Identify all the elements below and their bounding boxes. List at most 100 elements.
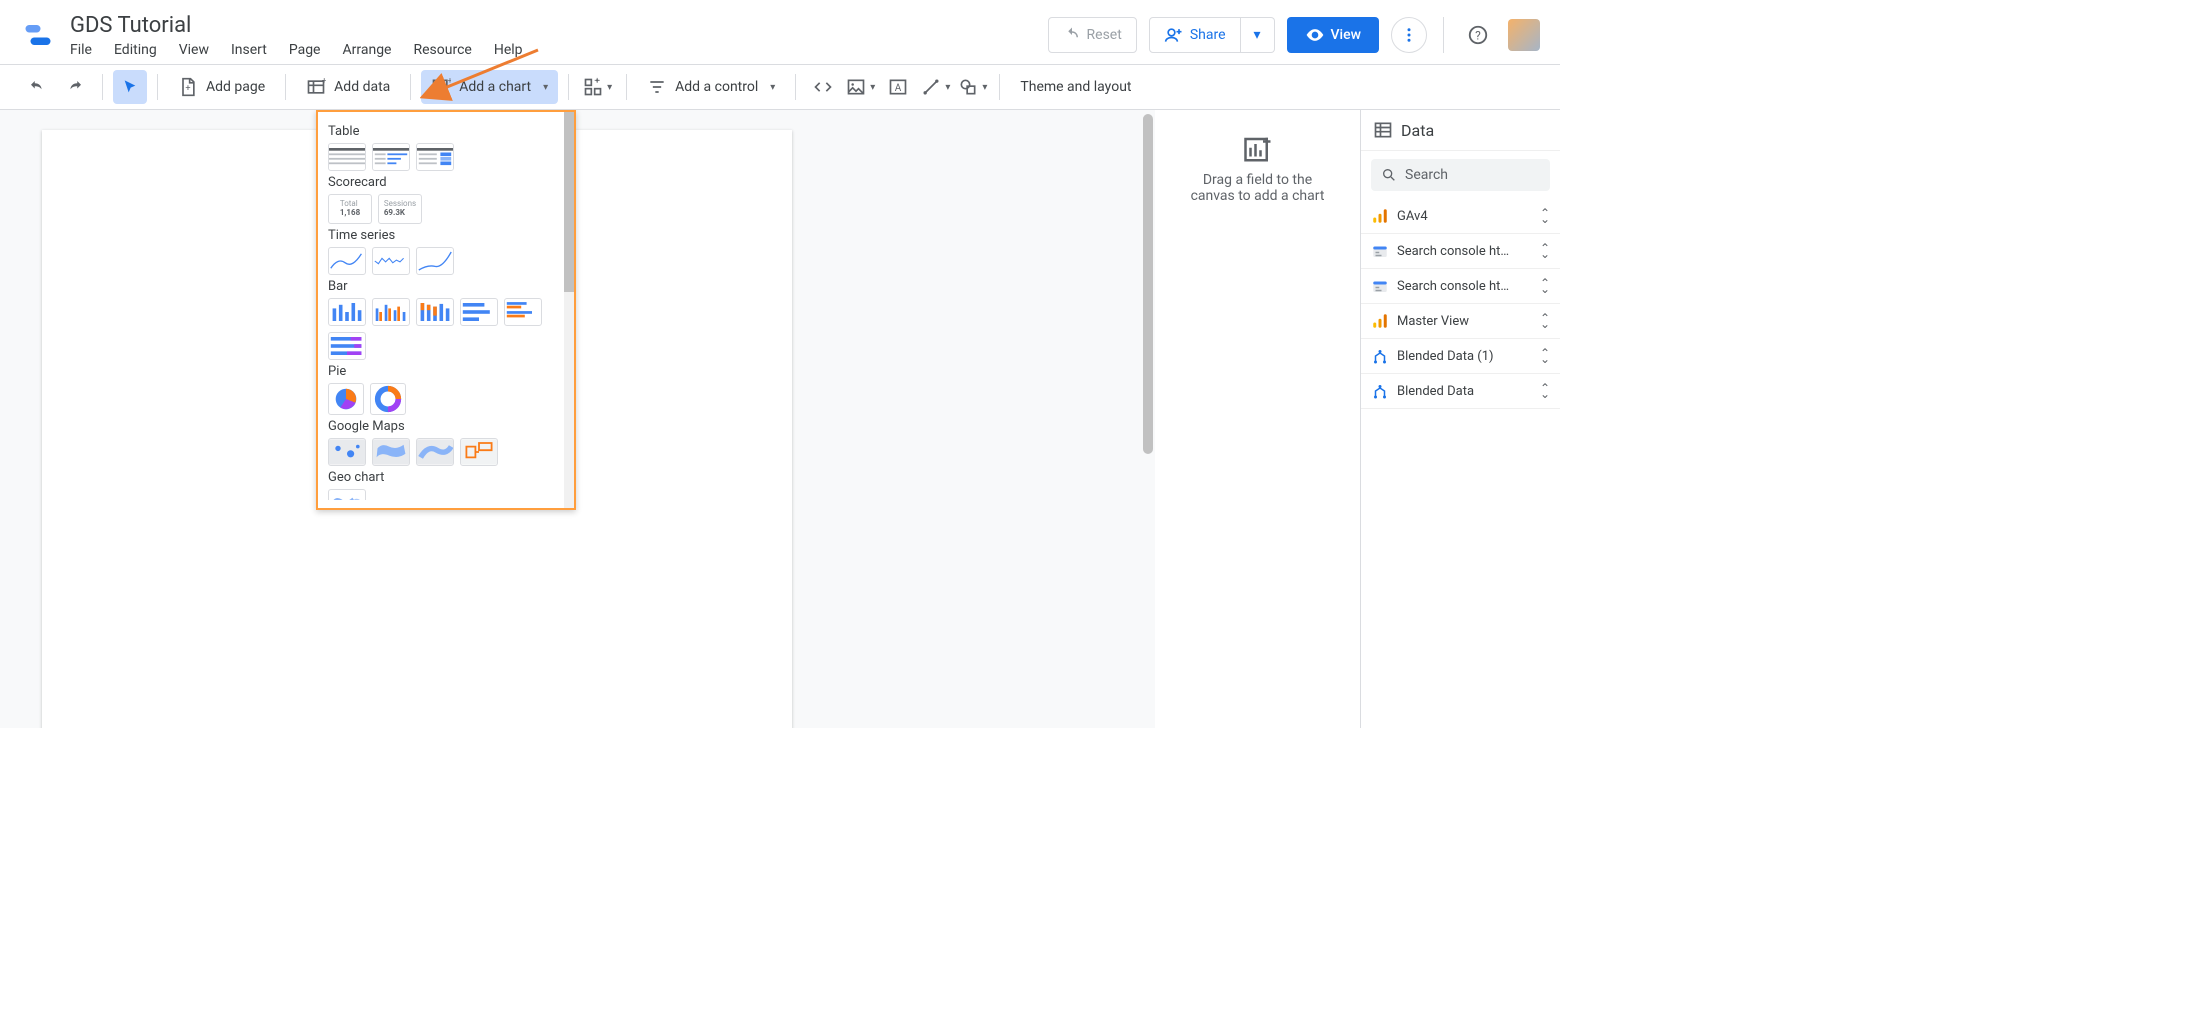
reset-button[interactable]: Reset bbox=[1048, 17, 1137, 53]
community-viz-button[interactable] bbox=[579, 70, 616, 104]
separator bbox=[568, 74, 569, 100]
separator bbox=[157, 74, 158, 100]
add-data-button[interactable]: + Add data bbox=[296, 70, 400, 104]
data-source-item[interactable]: Search console ht…⌃⌄ bbox=[1361, 234, 1560, 269]
data-source-item[interactable]: Search console ht…⌃⌄ bbox=[1361, 269, 1560, 304]
gallery-scrollbar-track[interactable] bbox=[564, 112, 574, 508]
expand-icon[interactable]: ⌃⌄ bbox=[1540, 245, 1550, 257]
help-icon: ? bbox=[1467, 24, 1489, 46]
help-button[interactable]: ? bbox=[1460, 17, 1496, 53]
section-pie-label: Pie bbox=[328, 364, 554, 379]
text-icon: A bbox=[888, 77, 908, 97]
theme-layout-button[interactable]: Theme and layout bbox=[1010, 70, 1141, 104]
redo-button[interactable] bbox=[58, 70, 92, 104]
search-icon bbox=[1381, 167, 1397, 183]
chart-pie-2[interactable] bbox=[370, 383, 406, 415]
menu-editing[interactable]: Editing bbox=[114, 42, 157, 58]
separator bbox=[102, 74, 103, 100]
chart-bar-3[interactable] bbox=[416, 298, 454, 326]
expand-icon[interactable]: ⌃⌄ bbox=[1540, 385, 1550, 397]
embed-url-button[interactable] bbox=[806, 70, 840, 104]
search-placeholder: Search bbox=[1405, 167, 1448, 183]
chart-pie-1[interactable] bbox=[328, 383, 364, 415]
menu-page[interactable]: Page bbox=[289, 42, 321, 58]
shapes-icon bbox=[958, 77, 978, 97]
gallery-scrollbar-thumb[interactable] bbox=[564, 112, 574, 292]
section-bar-label: Bar bbox=[328, 279, 554, 294]
menu-help[interactable]: Help bbox=[494, 42, 523, 58]
svg-text:+: + bbox=[185, 84, 190, 94]
more-options-button[interactable] bbox=[1391, 17, 1427, 53]
add-page-label: Add page bbox=[206, 79, 265, 95]
menu-resource[interactable]: Resource bbox=[413, 42, 471, 58]
add-data-label: Add data bbox=[334, 79, 390, 95]
data-search-input[interactable]: Search bbox=[1371, 159, 1550, 191]
redo-icon bbox=[66, 78, 84, 96]
chart-bar-4[interactable] bbox=[460, 298, 498, 326]
share-dropdown[interactable]: ▾ bbox=[1241, 17, 1275, 53]
chart-bar-5[interactable] bbox=[504, 298, 542, 326]
scorecard-total-value: 1,168 bbox=[340, 208, 360, 217]
expand-icon[interactable]: ⌃⌄ bbox=[1540, 315, 1550, 327]
chart-scorecard-1[interactable]: Total1,168 bbox=[328, 194, 372, 224]
blocks-icon bbox=[583, 77, 603, 97]
separator bbox=[410, 74, 411, 100]
menu-file[interactable]: File bbox=[70, 42, 92, 58]
select-tool[interactable] bbox=[113, 70, 147, 104]
menu-arrange[interactable]: Arrange bbox=[343, 42, 392, 58]
add-page-button[interactable]: + Add page bbox=[168, 70, 275, 104]
add-page-icon: + bbox=[178, 77, 198, 97]
chart-map-2[interactable] bbox=[372, 438, 410, 466]
chart-config-panel: Drag a field to the canvas to add a char… bbox=[1155, 110, 1360, 728]
chart-table-2[interactable] bbox=[372, 143, 410, 171]
chart-map-1[interactable] bbox=[328, 438, 366, 466]
text-button[interactable]: A bbox=[881, 70, 915, 104]
chart-bar-1[interactable] bbox=[328, 298, 366, 326]
add-chart-button[interactable]: + Add a chart bbox=[421, 70, 558, 104]
datasource-icon bbox=[1371, 382, 1389, 400]
svg-text:+: + bbox=[448, 77, 451, 86]
chart-map-4[interactable] bbox=[460, 438, 498, 466]
undo-button[interactable] bbox=[20, 70, 54, 104]
share-button[interactable]: Share bbox=[1149, 17, 1241, 53]
chart-timeseries-1[interactable] bbox=[328, 247, 366, 275]
more-vert-icon bbox=[1400, 26, 1418, 44]
add-chart-label: Add a chart bbox=[459, 79, 531, 95]
expand-icon[interactable]: ⌃⌄ bbox=[1540, 280, 1550, 292]
add-chart-icon: + bbox=[431, 77, 451, 97]
chart-map-3[interactable] bbox=[416, 438, 454, 466]
expand-icon[interactable]: ⌃⌄ bbox=[1540, 350, 1550, 362]
scorecard-sessions-label: Sessions bbox=[384, 199, 416, 208]
chart-geo-1[interactable] bbox=[328, 489, 366, 500]
scorecard-sessions-value: 69.3K bbox=[384, 208, 405, 217]
line-tool-button[interactable] bbox=[919, 70, 952, 104]
image-button[interactable] bbox=[844, 70, 877, 104]
chart-table-1[interactable] bbox=[328, 143, 366, 171]
data-source-item[interactable]: GAv4⌃⌄ bbox=[1361, 199, 1560, 234]
document-title[interactable]: GDS Tutorial bbox=[70, 13, 523, 38]
data-icon bbox=[1373, 120, 1393, 140]
data-source-item[interactable]: Blended Data ⌃⌄ bbox=[1361, 374, 1560, 409]
chart-bar-2[interactable] bbox=[372, 298, 410, 326]
separator bbox=[285, 74, 286, 100]
chart-scorecard-2[interactable]: Sessions69.3K bbox=[378, 194, 422, 224]
canvas-scrollbar[interactable] bbox=[1143, 114, 1153, 454]
expand-icon[interactable]: ⌃⌄ bbox=[1540, 210, 1550, 222]
code-icon bbox=[813, 77, 833, 97]
shape-tool-button[interactable] bbox=[956, 70, 989, 104]
data-source-item[interactable]: Blended Data (1)⌃⌄ bbox=[1361, 339, 1560, 374]
menu-view[interactable]: View bbox=[179, 42, 209, 58]
chart-table-3[interactable] bbox=[416, 143, 454, 171]
data-source-item[interactable]: Master View⌃⌄ bbox=[1361, 304, 1560, 339]
chart-timeseries-2[interactable] bbox=[372, 247, 410, 275]
add-control-button[interactable]: Add a control bbox=[637, 70, 785, 104]
account-avatar[interactable] bbox=[1508, 19, 1540, 51]
chart-timeseries-3[interactable] bbox=[416, 247, 454, 275]
cursor-icon bbox=[122, 79, 138, 95]
separator bbox=[626, 74, 627, 100]
datasource-name: Blended Data bbox=[1397, 384, 1474, 399]
view-button[interactable]: View bbox=[1287, 17, 1380, 53]
menu-insert[interactable]: Insert bbox=[231, 42, 267, 58]
chart-bar-6[interactable] bbox=[328, 332, 366, 360]
add-chart-dropdown: Table Scorecard Total1,168 Sessions69.3K… bbox=[316, 110, 576, 510]
